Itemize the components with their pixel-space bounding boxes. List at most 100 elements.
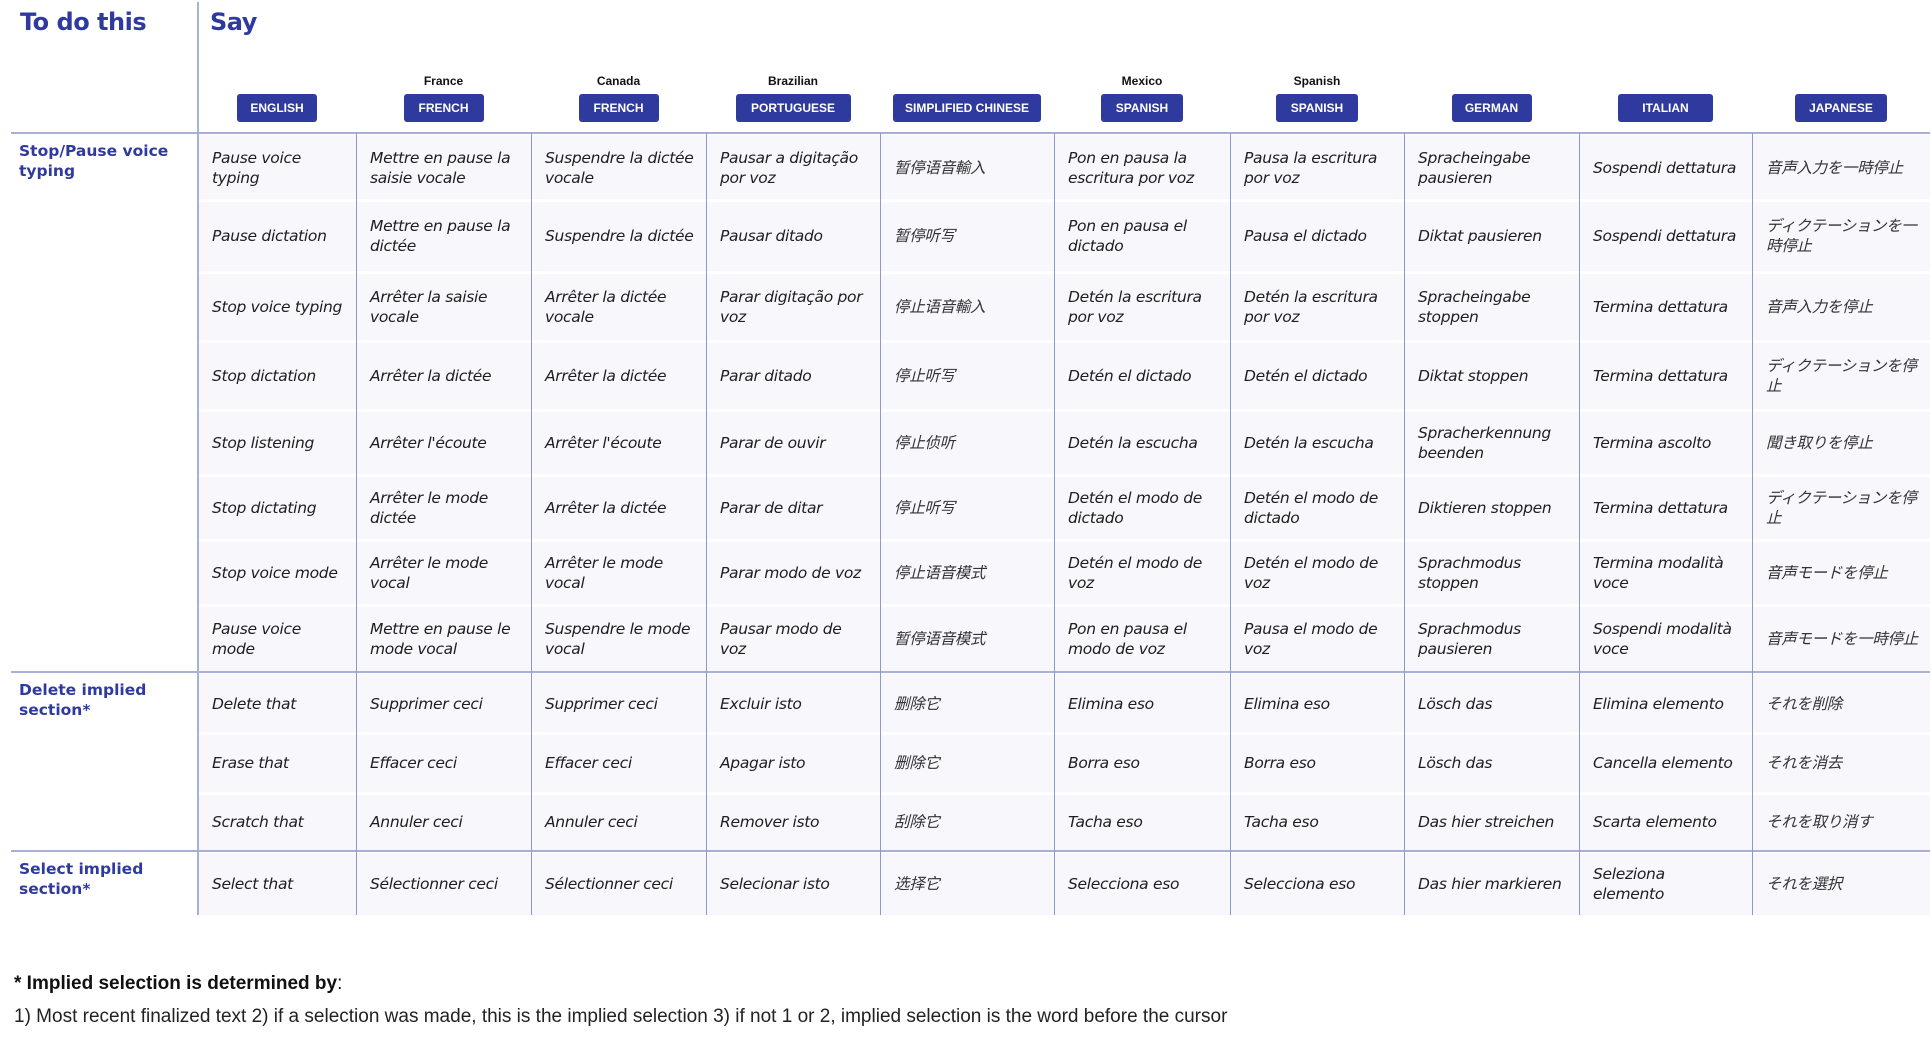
- table-cell: Pon en pausa el dictado: [1055, 200, 1230, 272]
- table-cell: Annuler ceci: [357, 793, 531, 851]
- table-cell: それを取り消す: [1753, 793, 1930, 851]
- table-cell: Arrêter la dictée: [532, 341, 706, 410]
- table-cell: 暂停语音模式: [881, 605, 1054, 672]
- footnote-title: * Implied selection is determined by:: [14, 973, 342, 995]
- footnote-colon: :: [337, 973, 343, 994]
- table-cell: Das hier markieren: [1405, 853, 1579, 915]
- table-cell: Detén el dictado: [1231, 341, 1404, 410]
- section-divider: [11, 850, 1930, 852]
- table-cell: Delete that: [199, 674, 356, 733]
- language-region-label: Spanish: [1293, 74, 1341, 88]
- table-cell: Stop listening: [199, 410, 356, 475]
- table-cell: それを削除: [1753, 674, 1930, 733]
- table-cell: Detén la escucha: [1055, 410, 1230, 475]
- language-button-french[interactable]: FRENCH: [578, 94, 659, 122]
- table-cell: Scarta elemento: [1580, 793, 1752, 851]
- table-cell: 音声モードを停止: [1753, 540, 1930, 605]
- table-cell: 停止侦听: [881, 410, 1054, 475]
- language-region-label: Brazilian: [767, 74, 818, 88]
- table-cell: Selecciona eso: [1231, 853, 1404, 915]
- table-cell: Pause voice typing: [199, 135, 356, 200]
- table-cell: Termina dettatura: [1580, 475, 1752, 540]
- table-cell: 删除它: [881, 674, 1054, 733]
- table-cell: Borra eso: [1231, 733, 1404, 793]
- table-cell: 停止语音輸入: [881, 272, 1054, 341]
- column-divider: [356, 133, 357, 915]
- table-cell: Stop dictating: [199, 475, 356, 540]
- table-cell: Termina ascolto: [1580, 410, 1752, 475]
- table-cell: Cancella elemento: [1580, 733, 1752, 793]
- language-button-french[interactable]: FRENCH: [403, 94, 484, 122]
- table-cell: 音声入力を停止: [1753, 272, 1930, 341]
- table-cell: Diktat pausieren: [1405, 200, 1579, 272]
- table-cell: Parar ditado: [707, 341, 880, 410]
- table-cell: Pause voice mode: [199, 605, 356, 672]
- language-button-italian[interactable]: ITALIAN: [1618, 94, 1713, 122]
- table-cell: Detén el modo de dictado: [1055, 475, 1230, 540]
- language-button-german[interactable]: GERMAN: [1451, 94, 1532, 122]
- language-button-spanish[interactable]: SPANISH: [1101, 94, 1183, 122]
- table-cell: Detén la escritura por voz: [1055, 272, 1230, 341]
- table-cell: Sélectionner ceci: [532, 853, 706, 915]
- table-cell: ディクテーションを停止: [1753, 475, 1930, 540]
- table-cell: Arrêter le mode dictée: [357, 475, 531, 540]
- table-cell: ディクテーションを停止: [1753, 341, 1930, 410]
- table-cell: Parar de ouvir: [707, 410, 880, 475]
- column-divider: [1054, 133, 1055, 915]
- footnote-text: 1) Most recent finalized text 2) if a se…: [14, 1006, 1228, 1027]
- table-cell: Stop dictation: [199, 341, 356, 410]
- table-cell: Detén el modo de dictado: [1231, 475, 1404, 540]
- section-label: Stop/Pause voice typing: [19, 142, 169, 180]
- to-do-this-heading: To do this: [20, 8, 147, 36]
- table-cell: 停止听写: [881, 475, 1054, 540]
- table-cell: 音声入力を一時停止: [1753, 135, 1930, 200]
- column-divider: [531, 133, 532, 915]
- table-cell: 选择它: [881, 853, 1054, 915]
- table-cell: 刮除它: [881, 793, 1054, 851]
- table-cell: Arrêter la dictée vocale: [532, 272, 706, 341]
- table-cell: Sospendi modalità voce: [1580, 605, 1752, 672]
- language-button-spanish[interactable]: SPANISH: [1276, 94, 1358, 122]
- table-cell: Stop voice typing: [199, 272, 356, 341]
- table-cell: Pausa la escritura por voz: [1231, 135, 1404, 200]
- table-cell: Apagar isto: [707, 733, 880, 793]
- table-cell: Das hier streichen: [1405, 793, 1579, 851]
- language-button-portuguese[interactable]: PORTUGUESE: [735, 94, 851, 122]
- row-separator: [199, 199, 1931, 202]
- table-cell: ディクテーションを一時停止: [1753, 200, 1930, 272]
- row-separator: [199, 539, 1931, 542]
- table-cell: Pausar modo de voz: [707, 605, 880, 672]
- language-button-english[interactable]: ENGLISH: [237, 94, 317, 122]
- table-cell: Spracheingabe stoppen: [1405, 272, 1579, 341]
- table-cell: Arrêter la saisie vocale: [357, 272, 531, 341]
- table-cell: Erase that: [199, 733, 356, 793]
- language-region-label: Canada: [596, 74, 641, 88]
- table-cell: Supprimer ceci: [532, 674, 706, 733]
- table-cell: Detén el dictado: [1055, 341, 1230, 410]
- table-cell: Parar digitação por voz: [707, 272, 880, 341]
- language-button-simplified-chinese[interactable]: SIMPLIFIED CHINESE: [892, 94, 1041, 122]
- table-cell: Stop voice mode: [199, 540, 356, 605]
- table-cell: Arrêter l'écoute: [357, 410, 531, 475]
- table-cell: Elimina elemento: [1580, 674, 1752, 733]
- table-cell: Sprachmodus pausieren: [1405, 605, 1579, 672]
- table-cell: Detén el modo de voz: [1231, 540, 1404, 605]
- language-header-9: .JAPANESE: [1752, 56, 1930, 122]
- table-cell: Diktat stoppen: [1405, 341, 1579, 410]
- table-cell: 停止语音模式: [881, 540, 1054, 605]
- language-button-japanese[interactable]: JAPANESE: [1795, 94, 1887, 122]
- language-region-label: Mexico: [1121, 74, 1163, 88]
- table-cell: Tacha eso: [1231, 793, 1404, 851]
- table-cell: Selecciona eso: [1055, 853, 1230, 915]
- table-cell: それを選択: [1753, 853, 1930, 915]
- language-header-3: Brazilian PORTUGUESE: [706, 56, 880, 122]
- table-cell: Excluir isto: [707, 674, 880, 733]
- table-cell: Pausa el dictado: [1231, 200, 1404, 272]
- language-header-4: .SIMPLIFIED CHINESE: [880, 56, 1054, 122]
- table-cell: Arrêter l'écoute: [532, 410, 706, 475]
- table-cell: Sprachmodus stoppen: [1405, 540, 1579, 605]
- footnote-title-text: * Implied selection is determined by: [14, 973, 338, 994]
- table-cell: 音声モードを一時停止: [1753, 605, 1930, 672]
- table-cell: Termina dettatura: [1580, 341, 1752, 410]
- table-cell: Selecionar isto: [707, 853, 880, 915]
